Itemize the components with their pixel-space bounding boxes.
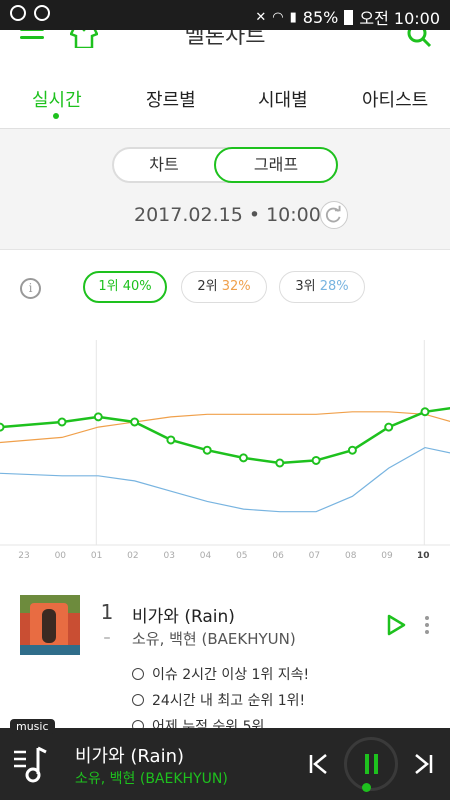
song-artist: 소유, 백현 (BAEKHYUN) [132, 630, 296, 648]
data-point [93, 412, 103, 422]
filter-rank-3[interactable]: 3위 28% [279, 271, 365, 303]
pause-button[interactable] [344, 737, 398, 791]
data-point [57, 417, 67, 427]
x-tick-label: 09 [381, 551, 393, 561]
info-icon[interactable]: i [20, 278, 41, 299]
data-point [420, 407, 430, 417]
series-line-3 [0, 446, 450, 513]
mute-icon: ✕ [255, 9, 267, 25]
status-bar: ✕ ◠ ▮ 85% 오전 10:00 [0, 0, 450, 30]
data-point [347, 445, 357, 455]
song-row[interactable]: 1 – 비가와 (Rain) 소유, 백현 (BAEKHYUN) 이슈 2시간 … [0, 580, 450, 735]
song-rank: 1 [100, 600, 114, 624]
data-point [239, 453, 248, 463]
view-toggle: 차트 그래프 [112, 147, 338, 183]
series-line-1 [0, 406, 450, 465]
tab-realtime[interactable]: 실시간 [32, 86, 82, 112]
chart-timestamp: 2017.02.15 • 10:00 [134, 204, 321, 226]
data-point [202, 445, 212, 455]
clock: 오전 10:00 [359, 9, 440, 28]
filter-rank-percent: 40% [122, 279, 152, 294]
x-tick-label: 07 [309, 551, 320, 561]
song-info-item: 이슈 2시간 이상 1위 지속! [132, 664, 309, 684]
progress-indicator [362, 783, 371, 792]
more-options-icon[interactable] [420, 614, 434, 636]
app-title: 멜론차트 [184, 30, 266, 49]
tab-artist[interactable]: 아티스트 [362, 86, 428, 112]
filter-rank-percent: 32% [221, 279, 251, 294]
x-tick-label: 06 [272, 551, 284, 561]
series-line-2 [0, 411, 450, 444]
data-point [166, 435, 176, 445]
previous-icon[interactable] [308, 752, 330, 776]
battery-icon [344, 9, 354, 25]
now-playing-artist: 소유, 백현 (BAEKHYUN) [75, 771, 228, 787]
battery-percent: 85% [302, 7, 339, 27]
song-title: 비가와 (Rain) [132, 607, 235, 627]
rank-trend-chart: 23 00 01 02 03 04 05 06 07 08 09 10 [0, 340, 450, 561]
data-point [311, 455, 321, 465]
filter-rank-1[interactable]: 1위 40% [83, 271, 167, 303]
data-point [275, 458, 285, 468]
rank-filters: i 1위 40% 2위 32% 3위 28% [0, 250, 450, 330]
mini-player: music 비가와 (Rain) 소유, 백현 (BAEKHYUN) [0, 719, 450, 800]
filter-rank-label: 3위 [295, 279, 316, 294]
issue-icon [132, 668, 144, 680]
x-tick-label: 02 [127, 551, 138, 561]
sync-icon [34, 5, 50, 21]
x-tick-label: 23 [18, 551, 29, 561]
rank-change: – [103, 630, 111, 646]
filter-rank-label: 2위 [197, 279, 218, 294]
song-info-item: 24시간 내 최고 순위 1위! [132, 690, 305, 710]
app-bar: 멜론차트 [0, 30, 450, 58]
active-tab-indicator [53, 113, 59, 119]
x-tick-label: 00 [55, 551, 67, 561]
play-icon[interactable] [385, 614, 407, 636]
music-tag: music [10, 719, 55, 734]
filter-rank-percent: 28% [319, 279, 349, 294]
chart-tabs: 실시간 장르별 시대별 아티스트 [0, 58, 450, 129]
now-playing-title: 비가와 (Rain) [75, 746, 184, 767]
filter-rank-label: 1위 [98, 279, 119, 294]
album-art[interactable] [20, 595, 80, 655]
data-point [384, 422, 394, 432]
playlist-icon[interactable] [12, 744, 52, 784]
search-icon[interactable] [406, 30, 432, 50]
x-tick-label: 04 [200, 551, 212, 561]
view-toggle-area: 차트 그래프 2017.02.15 • 10:00 [0, 129, 450, 250]
tab-genre[interactable]: 장르별 [146, 86, 196, 112]
refresh-icon[interactable] [320, 201, 348, 229]
tab-era[interactable]: 시대별 [258, 86, 308, 112]
graph-view-button[interactable]: 그래프 [214, 147, 338, 183]
x-tick-label: 08 [345, 551, 357, 561]
next-icon[interactable] [412, 752, 434, 776]
data-point [130, 417, 140, 427]
x-tick-label: 01 [91, 551, 102, 561]
signal-icon: ▮ [289, 9, 297, 25]
x-tick-label: 03 [163, 551, 174, 561]
x-tick-label: 10 [417, 551, 430, 561]
wifi-icon: ◠ [272, 9, 284, 25]
filter-rank-2[interactable]: 2위 32% [181, 271, 267, 303]
notification-icon [10, 5, 26, 21]
chart-view-button[interactable]: 차트 [114, 149, 214, 181]
data-point [0, 422, 5, 432]
clock-icon [132, 694, 144, 706]
x-tick-label: 05 [236, 551, 247, 561]
